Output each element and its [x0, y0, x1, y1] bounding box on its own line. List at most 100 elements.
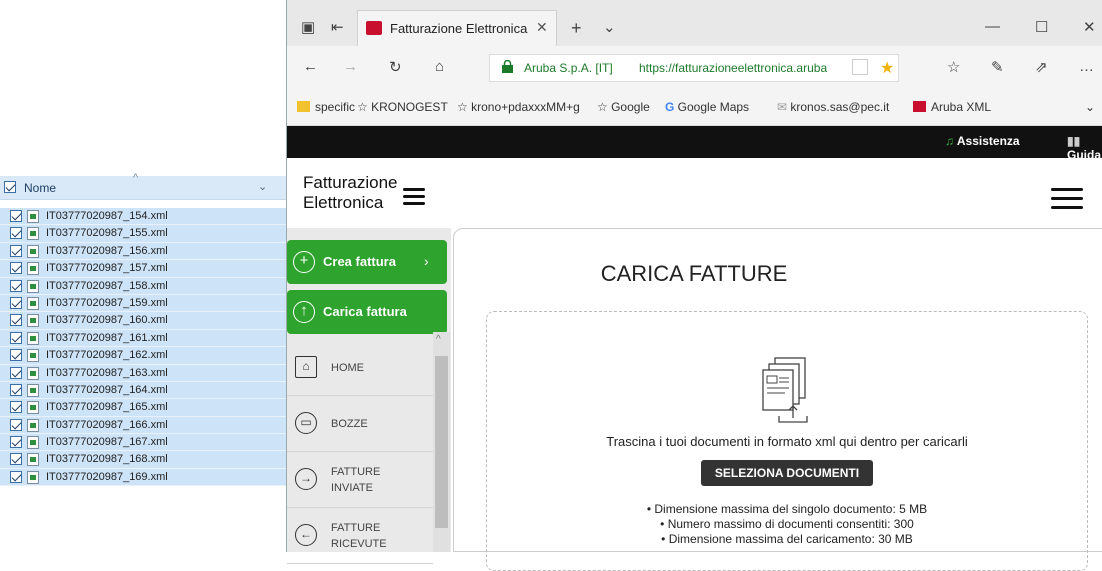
reading-view-icon[interactable]: [852, 59, 868, 75]
fav-kronos-pec[interactable]: ✉ kronos.sas@pec.it: [777, 100, 889, 114]
list-item[interactable]: IT03777020987_158.xml: [0, 277, 286, 295]
xml-file-icon: [27, 279, 39, 293]
notes-pen-icon[interactable]: ✎: [991, 58, 1004, 76]
sidebar-menu-icon[interactable]: [403, 188, 425, 206]
aruba-favicon-icon: [913, 101, 926, 112]
favorites-overflow-icon[interactable]: ⌄: [1085, 100, 1095, 114]
xml-file-icon: [27, 296, 39, 310]
list-item[interactable]: IT03777020987_163.xml: [0, 364, 286, 382]
minimize-icon[interactable]: —: [985, 18, 1000, 35]
item-checkbox[interactable]: [10, 296, 22, 309]
browser-window: ▣ ⇤ Fatturazione Elettronica ✕ + ⌄ — ☐ ✕…: [286, 0, 1102, 571]
sidebar-scrollbar[interactable]: ^: [433, 332, 450, 552]
list-item[interactable]: IT03777020987_165.xml: [0, 399, 286, 417]
item-checkbox[interactable]: [10, 279, 22, 292]
star-icon: ☆: [457, 100, 472, 114]
favorite-star-icon[interactable]: ★: [880, 58, 894, 78]
list-item[interactable]: IT03777020987_162.xml: [0, 347, 286, 365]
xml-file-icon: [27, 470, 39, 484]
column-header-name[interactable]: Nome: [24, 181, 56, 195]
xml-file-icon: [27, 366, 39, 380]
column-header[interactable]: Nome ^ ⌄: [0, 172, 286, 200]
fav-specific[interactable]: specific: [297, 100, 355, 114]
list-item[interactable]: IT03777020987_154.xml: [0, 208, 286, 226]
item-checkbox[interactable]: [10, 436, 22, 449]
assistenza-link[interactable]: ♫ Assistenza: [945, 134, 1020, 148]
fav-krono-pda[interactable]: ☆ krono+pdaxxxMM+g: [457, 100, 580, 114]
tab-fatturazione[interactable]: Fatturazione Elettronica ✕: [357, 10, 557, 46]
logo-line2[interactable]: Elettronica: [303, 193, 383, 213]
scroll-up-icon[interactable]: ^: [436, 334, 441, 345]
google-logo-icon: G: [665, 100, 678, 114]
list-item[interactable]: IT03777020987_155.xml: [0, 225, 286, 243]
list-item[interactable]: IT03777020987_156.xml: [0, 242, 286, 261]
list-item[interactable]: IT03777020987_169.xml: [0, 468, 286, 487]
aruba-favicon-icon: [366, 21, 382, 35]
more-icon[interactable]: …: [1079, 58, 1094, 75]
logo-line1[interactable]: Fatturazione: [303, 173, 398, 193]
list-item[interactable]: IT03777020987_160.xml: [0, 312, 286, 330]
tab-title: Fatturazione Elettronica: [390, 21, 528, 36]
file-name: IT03777020987_162.xml: [46, 349, 168, 362]
scrollbar-thumb[interactable]: [435, 356, 448, 528]
item-checkbox[interactable]: [10, 244, 22, 257]
xml-file-icon: [27, 401, 39, 415]
select-all-checkbox[interactable]: [4, 181, 16, 193]
fav-google[interactable]: ☆ Google: [597, 100, 650, 114]
item-checkbox[interactable]: [10, 418, 22, 431]
sidebar-item-fatture-inviate[interactable]: → FATTURE INVIATE: [287, 452, 433, 508]
upload-dropzone[interactable]: Trascina i tuoi documenti in formato xml…: [486, 311, 1088, 571]
list-item[interactable]: IT03777020987_168.xml: [0, 451, 286, 469]
seleziona-documenti-button[interactable]: SELEZIONA DOCUMENTI: [701, 460, 873, 486]
file-name: IT03777020987_156.xml: [46, 244, 168, 257]
item-checkbox[interactable]: [10, 331, 22, 344]
sidebar-item-bozze[interactable]: ▭ BOZZE: [287, 396, 433, 452]
xml-file-icon: [27, 383, 39, 397]
favorites-hub-icon[interactable]: ☆: [947, 58, 960, 76]
list-item[interactable]: IT03777020987_164.xml: [0, 381, 286, 400]
list-item[interactable]: IT03777020987_157.xml: [0, 260, 286, 278]
tab-groups-icon[interactable]: ▣: [301, 18, 315, 36]
item-checkbox[interactable]: [10, 383, 22, 396]
forward-icon[interactable]: →: [343, 58, 358, 75]
item-checkbox[interactable]: [10, 314, 22, 327]
fav-kronogest[interactable]: ☆ KRONOGEST: [357, 100, 448, 114]
fav-google-maps[interactable]: G Google Maps: [665, 100, 749, 114]
item-checkbox[interactable]: [10, 349, 22, 362]
file-name: IT03777020987_164.xml: [46, 383, 168, 396]
file-name: IT03777020987_165.xml: [46, 401, 168, 414]
item-checkbox[interactable]: [10, 453, 22, 466]
maximize-icon[interactable]: ☐: [1035, 18, 1048, 36]
list-item[interactable]: IT03777020987_166.xml: [0, 416, 286, 435]
sidebar-item-home[interactable]: ⌂ HOME: [287, 340, 433, 396]
arrow-left-circle-icon: ←: [295, 524, 317, 546]
set-aside-tabs-icon[interactable]: ⇤: [331, 18, 344, 36]
share-icon[interactable]: ⇗: [1035, 58, 1048, 76]
new-tab-icon[interactable]: +: [571, 18, 582, 39]
item-checkbox[interactable]: [10, 401, 22, 414]
chevron-down-icon[interactable]: ⌄: [258, 180, 267, 193]
home-icon[interactable]: ⌂: [435, 58, 444, 75]
crea-fattura-button[interactable]: + Crea fattura ›: [287, 240, 447, 284]
item-checkbox[interactable]: [10, 470, 22, 483]
address-bar-row: ← → ↻ ⌂ Aruba S.p.A. [IT] https://fattur…: [287, 46, 1102, 88]
back-icon[interactable]: ←: [303, 58, 318, 75]
item-checkbox[interactable]: [10, 366, 22, 379]
close-tab-icon[interactable]: ✕: [536, 19, 548, 36]
sidebar-item-fatture-ricevute[interactable]: ← FATTURE RICEVUTE: [287, 508, 433, 564]
list-item[interactable]: IT03777020987_161.xml: [0, 329, 286, 348]
main-menu-icon[interactable]: [1051, 188, 1083, 210]
close-window-icon[interactable]: ✕: [1083, 18, 1096, 36]
file-name: IT03777020987_161.xml: [46, 331, 168, 344]
item-checkbox[interactable]: [10, 210, 22, 222]
main-content: CARICA FATTURE Trascina i tuoi documenti…: [453, 228, 1102, 571]
list-item[interactable]: IT03777020987_159.xml: [0, 294, 286, 313]
tab-list-chevron-icon[interactable]: ⌄: [603, 18, 616, 36]
fav-aruba-xml[interactable]: Aruba XML: [913, 100, 991, 114]
refresh-icon[interactable]: ↻: [389, 58, 402, 76]
item-checkbox[interactable]: [10, 227, 22, 240]
item-checkbox[interactable]: [10, 262, 22, 275]
carica-fattura-button[interactable]: ↑ Carica fattura: [287, 290, 447, 334]
list-item[interactable]: IT03777020987_167.xml: [0, 434, 286, 452]
url-field[interactable]: Aruba S.p.A. [IT] https://fatturazioneel…: [489, 54, 899, 82]
